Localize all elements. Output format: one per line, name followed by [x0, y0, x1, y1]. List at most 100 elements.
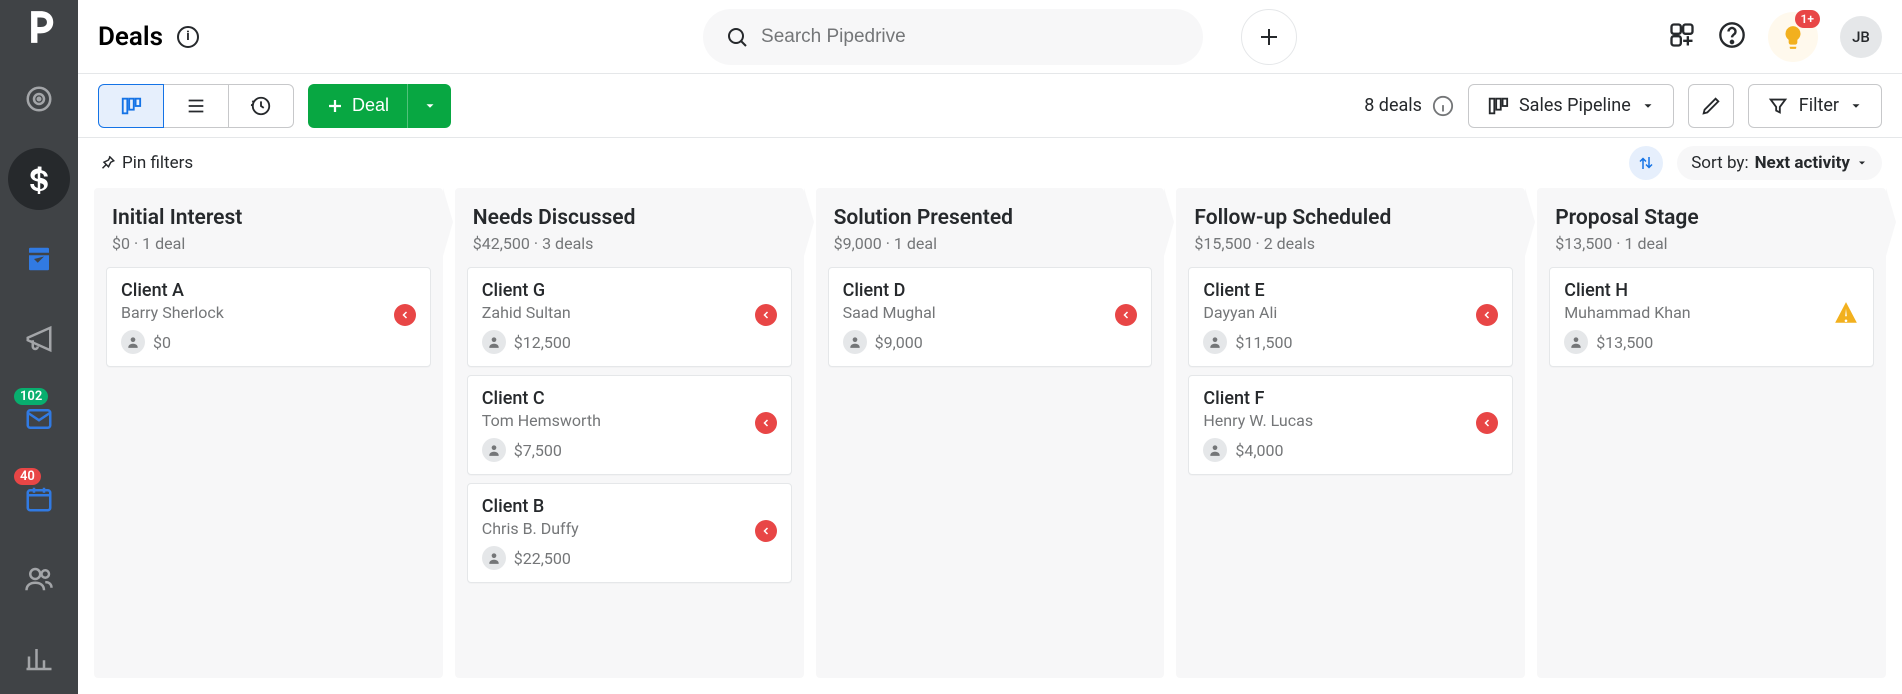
nav-insights[interactable] [8, 628, 70, 690]
nav-projects[interactable] [8, 228, 70, 290]
filter-icon [1767, 95, 1789, 117]
view-list-button[interactable] [163, 84, 229, 128]
add-deal-button[interactable]: Deal [308, 84, 407, 128]
stage-meta: $0·1 deal [112, 234, 425, 253]
deal-owner: Muhammad Khan [1564, 303, 1859, 322]
overdue-indicator[interactable] [755, 412, 777, 434]
deal-amount-row: $13,500 [1564, 330, 1859, 354]
stage-header[interactable]: Follow-up Scheduled$15,500·2 deals [1176, 188, 1525, 267]
overdue-indicator[interactable] [755, 304, 777, 326]
cards-list: Client GZahid Sultan$12,500Client CTom H… [455, 267, 804, 583]
overdue-indicator[interactable] [755, 520, 777, 542]
kanban-board: Initial Interest$0·1 dealClient ABarry S… [78, 188, 1902, 694]
overdue-indicator[interactable] [1476, 304, 1498, 326]
overdue-indicator[interactable] [1115, 304, 1137, 326]
deal-card[interactable]: Client GZahid Sultan$12,500 [467, 267, 792, 367]
deal-card[interactable]: Client BChris B. Duffy$22,500 [467, 483, 792, 583]
filter-label: Filter [1799, 95, 1839, 116]
left-nav-sidebar: 102 40 [0, 0, 78, 694]
deal-amount: $12,500 [514, 333, 571, 352]
assist-count: 1+ [1795, 10, 1820, 28]
deal-amount-row: $11,500 [1203, 330, 1498, 354]
pin-icon [98, 154, 116, 172]
owner-avatar [843, 330, 867, 354]
deal-name: Client A [121, 280, 416, 301]
deal-owner: Saad Mughal [843, 303, 1138, 322]
stage-meta: $42,500·3 deals [473, 234, 786, 253]
deal-name: Client F [1203, 388, 1498, 409]
deal-amount: $13,500 [1596, 333, 1653, 352]
owner-avatar [482, 546, 506, 570]
sales-assistant-button[interactable]: 1+ [1768, 12, 1818, 62]
search-icon [725, 25, 749, 49]
nav-contacts[interactable] [8, 548, 70, 610]
page-title: Deals [98, 22, 163, 52]
stage-title: Needs Discussed [473, 206, 786, 230]
kanban-column: Solution Presented$9,000·1 deal Client D S… [816, 188, 1165, 678]
add-deal-dropdown[interactable] [407, 84, 451, 128]
deal-name: Client H [1564, 280, 1859, 301]
owner-avatar [1203, 330, 1227, 354]
topbar: Deals i 1+ JB [78, 0, 1902, 74]
edit-pipeline-button[interactable] [1688, 84, 1734, 128]
activities-badge: 40 [14, 468, 41, 485]
stage-header[interactable]: Needs Discussed $42,500·3 deals [455, 188, 804, 267]
owner-avatar [121, 330, 145, 354]
nav-activities[interactable]: 40 [8, 468, 70, 530]
sort-by-selector[interactable]: Sort by: Next activity [1677, 146, 1882, 180]
search-bar[interactable] [703, 9, 1203, 65]
view-forecast-button[interactable] [228, 84, 294, 128]
overdue-indicator[interactable] [394, 304, 416, 326]
sort-direction-button[interactable] [1629, 146, 1663, 180]
nav-inbox[interactable]: 102 [8, 388, 70, 450]
deal-card[interactable]: Client ABarry Sherlock$0 [106, 267, 431, 367]
deal-card[interactable]: Client CTom Hemsworth$7,500 [467, 375, 792, 475]
plus-icon [326, 97, 344, 115]
overdue-indicator[interactable] [1476, 412, 1498, 434]
stage-header[interactable]: Initial Interest$0·1 deal [94, 188, 443, 267]
pipeline-label: Sales Pipeline [1519, 95, 1631, 116]
help-icon[interactable] [1718, 21, 1746, 53]
cards-list: Client EDayyan Ali$11,500 Client F Henry W… [1176, 267, 1525, 475]
nav-deals[interactable] [8, 148, 70, 210]
stage-title: Proposal Stage [1555, 206, 1868, 230]
nav-leads[interactable] [8, 68, 70, 130]
deal-card[interactable]: Client FHenry W. Lucas$4,000 [1188, 375, 1513, 475]
deal-card[interactable]: Client EDayyan Ali$11,500 [1188, 267, 1513, 367]
warning-icon[interactable] [1833, 300, 1859, 330]
deal-amount-row: $9,000 [843, 330, 1138, 354]
integrations-icon[interactable] [1668, 21, 1696, 53]
deal-amount-row: $22,500 [482, 546, 777, 570]
caret-down-icon [423, 99, 437, 113]
view-pipeline-button[interactable] [98, 84, 164, 128]
info-icon[interactable] [1432, 95, 1454, 117]
stage-header[interactable]: Solution Presented$9,000·1 deal [816, 188, 1165, 267]
kanban-column: Needs Discussed$42,500·3 dealsClient GZa… [455, 188, 804, 678]
owner-avatar [482, 330, 506, 354]
cards-list: Client D Saad Mughal $9,000 [816, 267, 1165, 367]
deal-card[interactable]: Client H Muhammad Khan $13,500 [1549, 267, 1874, 367]
deal-name: Client C [482, 388, 777, 409]
pin-filters-button[interactable]: Pin filters [98, 153, 193, 173]
stage-header[interactable]: Proposal Stage $13,500·1 deal [1537, 188, 1886, 267]
add-button[interactable] [1241, 9, 1297, 65]
deal-amount-row: $7,500 [482, 438, 777, 462]
deal-owner: Zahid Sultan [482, 303, 777, 322]
nav-campaigns[interactable] [8, 308, 70, 370]
deal-amount: $11,500 [1235, 333, 1292, 352]
app-logo [20, 8, 58, 50]
deal-amount: $0 [153, 333, 171, 352]
deal-name: Client D [843, 280, 1138, 301]
deal-card[interactable]: Client D Saad Mughal $9,000 [828, 267, 1153, 367]
pencil-icon [1700, 95, 1722, 117]
deal-owner: Henry W. Lucas [1203, 411, 1498, 430]
user-avatar[interactable]: JB [1840, 16, 1882, 58]
pipeline-selector[interactable]: Sales Pipeline [1468, 84, 1674, 128]
stage-meta: $13,500·1 deal [1555, 234, 1868, 253]
filter-button[interactable]: Filter [1748, 84, 1882, 128]
info-icon[interactable]: i [177, 26, 199, 48]
search-input[interactable] [761, 26, 1181, 48]
deal-name: Client E [1203, 280, 1498, 301]
deal-button-label: Deal [352, 95, 389, 116]
toolbar: Deal 8 deals Sales Pipeline Filter [78, 74, 1902, 138]
